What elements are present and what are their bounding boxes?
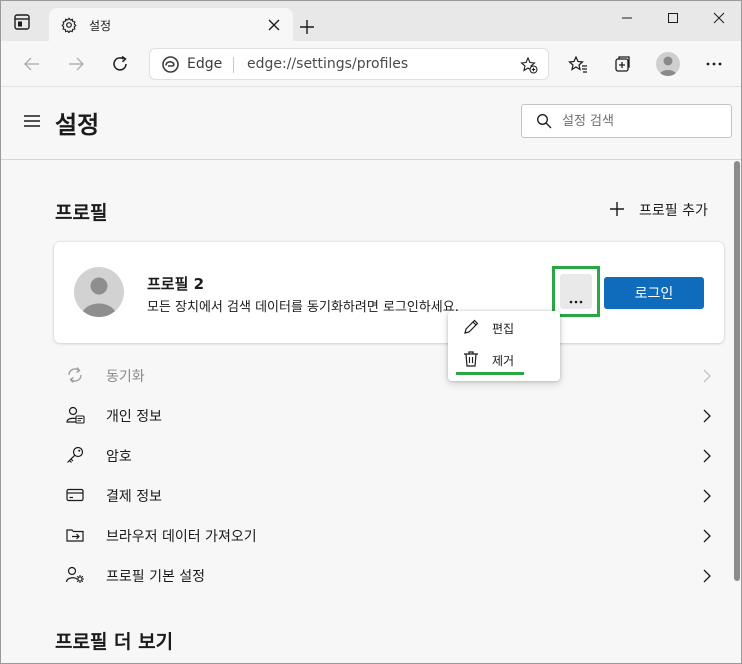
minimize-button[interactable] [603,1,651,35]
profile-more-actions-button[interactable] [560,274,592,309]
close-window-button[interactable] [695,1,741,35]
refresh-icon[interactable] [109,53,131,75]
key-icon [65,445,85,465]
more-profiles-section-title: 프로필 더 보기 [55,631,174,653]
settings-row-payment-info[interactable]: 결제 정보 [54,475,724,515]
menu-item-edit[interactable]: 편집 [448,313,560,343]
tab-title: 설정 [89,19,112,33]
forward-icon[interactable] [65,53,87,75]
settings-search-box[interactable] [521,104,732,138]
settings-row-label: 프로필 기본 설정 [106,569,206,585]
more-dots-icon [569,289,583,304]
more-options-icon[interactable] [703,55,725,73]
menu-item-remove[interactable]: 제거 [448,345,560,375]
import-icon [65,525,85,545]
search-icon [536,113,552,129]
tab-settings[interactable]: 설정 [49,8,293,41]
close-tab-icon[interactable] [267,17,281,31]
favorites-icon[interactable] [568,54,588,74]
profile-avatar-icon[interactable] [656,52,680,76]
add-favorite-icon[interactable] [520,56,538,74]
card-icon [65,485,85,505]
profiles-section-title: 프로필 [55,202,108,224]
address-brand: Edge [187,56,223,72]
settings-row-label: 결제 정보 [106,489,162,505]
remove-highlight-underline [456,372,524,375]
settings-row-label: 브라우저 데이터 가져오기 [106,529,257,545]
profile-more-actions-highlight [552,266,600,317]
profile-settings-icon [65,565,85,585]
personal-info-icon [65,405,85,425]
hamburger-menu-icon[interactable] [23,113,41,129]
settings-row-profile-preferences[interactable]: 프로필 기본 설정 [54,555,724,595]
gear-icon [61,17,77,34]
edge-logo-icon [162,56,179,73]
settings-row-personal-info[interactable]: 개인 정보 [54,395,724,435]
settings-row-passwords[interactable]: 암호 [54,435,724,475]
settings-row-label: 개인 정보 [106,409,162,425]
settings-row-label: 암호 [106,449,132,465]
chevron-right-icon [702,368,712,383]
settings-page: 설정 프로필 프로필 추가 프로필 2 모든 장치에서 검색 데이터를 동기화하… [1,87,741,663]
login-button[interactable]: 로그인 [604,277,704,309]
profile-name: 프로필 2 [147,275,205,293]
sync-icon [65,365,85,385]
address-url[interactable]: edge://settings/profiles [247,56,408,72]
address-toolbar: Edge edge://settings/profiles [1,41,741,87]
settings-row-label: 동기화 [106,369,145,385]
page-title: 설정 [55,111,100,139]
tab-strip: 설정 [1,1,741,41]
profile-description: 모든 장치에서 검색 데이터를 동기화하려면 로그인하세요. [147,300,459,315]
settings-row-sync[interactable]: 동기화 [54,355,724,395]
add-profile-label: 프로필 추가 [639,203,708,219]
scrollbar[interactable] [732,161,741,663]
pencil-icon [462,318,480,336]
maximize-button[interactable] [649,1,697,35]
search-input[interactable] [562,111,722,131]
trash-icon [462,350,480,368]
chevron-right-icon [702,488,712,503]
new-tab-icon[interactable] [298,18,316,36]
profile-avatar [74,267,124,317]
plus-icon [609,201,625,217]
address-separator [233,57,234,73]
collections-icon[interactable] [612,54,632,74]
browser-window: 설정 Edge edge://settings/profiles 설정 설정 검… [0,0,742,664]
header-divider [1,159,741,160]
profile-context-menu: 편집 제거 [448,311,560,381]
menu-item-remove-label: 제거 [492,354,515,368]
chevron-right-icon [702,408,712,423]
chevron-right-icon [702,448,712,463]
tab-actions-icon[interactable] [13,13,31,31]
back-icon[interactable] [21,53,43,75]
profile-card: 프로필 2 모든 장치에서 검색 데이터를 동기화하려면 로그인하세요. 로그인 [54,242,724,343]
menu-item-edit-label: 편집 [492,322,515,336]
scrollbar-thumb[interactable] [734,161,740,581]
settings-row-import-data[interactable]: 브라우저 데이터 가져오기 [54,515,724,555]
chevron-right-icon [702,528,712,543]
address-bar[interactable]: Edge edge://settings/profiles [149,48,549,80]
chevron-right-icon [702,568,712,583]
